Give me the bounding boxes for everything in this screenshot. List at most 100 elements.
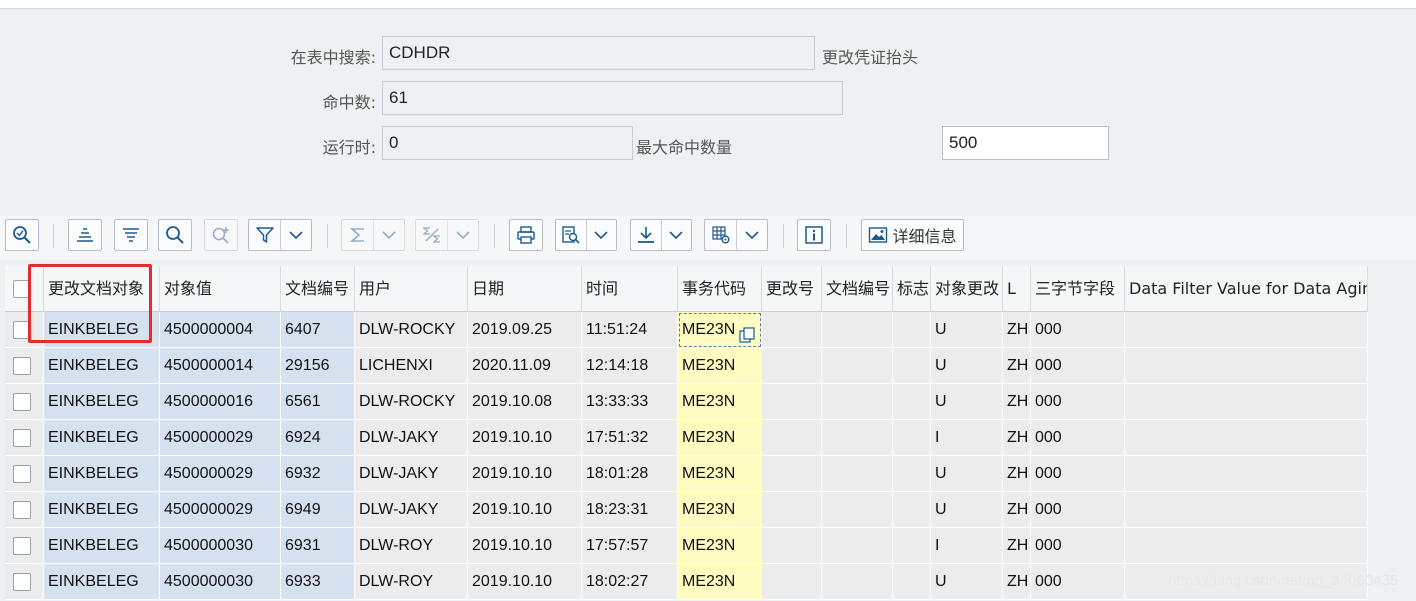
cell-flag[interactable]	[893, 384, 931, 420]
cell-change-number[interactable]	[762, 420, 822, 456]
column-header-data-filter-value[interactable]: Data Filter Value for Data Aging	[1125, 266, 1368, 312]
cell-change-number[interactable]	[762, 564, 822, 600]
cell-time[interactable]: 17:57:57	[582, 528, 678, 564]
column-header-language[interactable]: L	[1003, 266, 1031, 312]
cell-three-byte-field[interactable]: 000	[1031, 384, 1125, 420]
cell-flag[interactable]	[893, 492, 931, 528]
cell-object-change[interactable]: U	[931, 456, 1003, 492]
cell-tcode[interactable]: ME23N	[678, 564, 762, 600]
cell-user[interactable]: LICHENXI	[355, 348, 468, 384]
cell-user[interactable]: DLW-ROY	[355, 564, 468, 600]
cell-object-value[interactable]: 4500000016	[160, 384, 281, 420]
cell-doc-number[interactable]: 29156	[281, 348, 355, 384]
sort-ascending-button[interactable]	[68, 219, 102, 251]
column-header-doc-number-2[interactable]: 文档编号	[822, 266, 893, 312]
cell-language[interactable]: ZH	[1003, 420, 1031, 456]
sum-button[interactable]	[341, 219, 405, 251]
cell-time[interactable]: 18:01:28	[582, 456, 678, 492]
row-selector[interactable]	[5, 564, 44, 600]
cell-language[interactable]: ZH	[1003, 456, 1031, 492]
row-selector[interactable]	[5, 528, 44, 564]
cell-change-number[interactable]	[762, 384, 822, 420]
cell-date[interactable]: 2019.10.10	[468, 528, 582, 564]
cell-change-number[interactable]	[762, 456, 822, 492]
cell-date[interactable]: 2019.09.25	[468, 312, 582, 348]
cell-data-filter-value[interactable]	[1125, 312, 1368, 348]
column-header-object-change[interactable]: 对象更改	[931, 266, 1003, 312]
cell-change-doc-object[interactable]: EINKBELEG	[44, 456, 160, 492]
cell-doc-number[interactable]: 6924	[281, 420, 355, 456]
cell-change-doc-object[interactable]: EINKBELEG	[44, 420, 160, 456]
print-button[interactable]	[509, 219, 543, 251]
cell-flag[interactable]	[893, 456, 931, 492]
cell-date[interactable]: 2019.10.10	[468, 564, 582, 600]
cell-language[interactable]: ZH	[1003, 384, 1031, 420]
column-header-date[interactable]: 日期	[468, 266, 582, 312]
cell-data-filter-value[interactable]	[1125, 348, 1368, 384]
find-button[interactable]	[158, 219, 192, 251]
cell-language[interactable]: ZH	[1003, 492, 1031, 528]
cell-object-change[interactable]: U	[931, 312, 1003, 348]
cell-doc-number[interactable]: 6933	[281, 564, 355, 600]
row-selector[interactable]	[5, 492, 44, 528]
cell-data-filter-value[interactable]	[1125, 456, 1368, 492]
row-selector[interactable]	[5, 420, 44, 456]
max-hits-input[interactable]: 500	[942, 126, 1109, 160]
cell-doc-number[interactable]: 6561	[281, 384, 355, 420]
cell-user[interactable]: DLW-JAKY	[355, 420, 468, 456]
cell-user[interactable]: DLW-ROCKY	[355, 312, 468, 348]
cell-tcode[interactable]: ME23N	[678, 456, 762, 492]
cell-doc-number-2[interactable]	[822, 492, 893, 528]
cell-object-value[interactable]: 4500000029	[160, 456, 281, 492]
cell-doc-number[interactable]: 6407	[281, 312, 355, 348]
cell-object-value[interactable]: 4500000029	[160, 492, 281, 528]
cell-object-value[interactable]: 4500000014	[160, 348, 281, 384]
cell-data-filter-value[interactable]	[1125, 420, 1368, 456]
view-button[interactable]	[555, 219, 617, 251]
row-selector[interactable]	[5, 384, 44, 420]
cell-doc-number-2[interactable]	[822, 456, 893, 492]
cell-three-byte-field[interactable]: 000	[1031, 456, 1125, 492]
cell-date[interactable]: 2019.10.10	[468, 420, 582, 456]
row-checkbox[interactable]	[13, 573, 31, 591]
sort-descending-button[interactable]	[114, 219, 148, 251]
detail-info-button[interactable]: 详细信息	[861, 219, 964, 251]
cell-change-doc-object[interactable]: EINKBELEG	[44, 528, 160, 564]
cell-doc-number[interactable]: 6931	[281, 528, 355, 564]
cell-time[interactable]: 11:51:24	[582, 312, 678, 348]
column-header-user[interactable]: 用户	[355, 266, 468, 312]
cell-flag[interactable]	[893, 420, 931, 456]
row-checkbox[interactable]	[13, 537, 31, 555]
cell-user[interactable]: DLW-JAKY	[355, 492, 468, 528]
row-checkbox[interactable]	[13, 429, 31, 447]
cell-object-change[interactable]: U	[931, 348, 1003, 384]
cell-language[interactable]: ZH	[1003, 564, 1031, 600]
cell-three-byte-field[interactable]: 000	[1031, 528, 1125, 564]
cell-doc-number[interactable]: 6932	[281, 456, 355, 492]
cell-tcode[interactable]: ME23N	[678, 492, 762, 528]
subtotal-button[interactable]	[415, 219, 479, 251]
cell-time[interactable]: 17:51:32	[582, 420, 678, 456]
column-header-change-number[interactable]: 更改号	[762, 266, 822, 312]
cell-object-value[interactable]: 4500000004	[160, 312, 281, 348]
cell-doc-number-2[interactable]	[822, 528, 893, 564]
export-button[interactable]	[630, 219, 692, 251]
row-selector[interactable]	[5, 348, 44, 384]
cell-change-doc-object[interactable]: EINKBELEG	[44, 492, 160, 528]
layout-button[interactable]	[704, 219, 768, 251]
column-header-object-value[interactable]: 对象值	[160, 266, 281, 312]
column-header-flag[interactable]: 标志	[893, 266, 931, 312]
cell-time[interactable]: 18:02:27	[582, 564, 678, 600]
column-header-three-byte-field[interactable]: 三字节字段	[1031, 266, 1125, 312]
cell-user[interactable]: DLW-ROCKY	[355, 384, 468, 420]
cell-object-value[interactable]: 4500000029	[160, 420, 281, 456]
filter-button[interactable]	[248, 219, 312, 251]
info-button[interactable]	[797, 219, 831, 251]
cell-object-change[interactable]: I	[931, 528, 1003, 564]
cell-tcode[interactable]: ME23N	[678, 312, 762, 348]
cell-three-byte-field[interactable]: 000	[1031, 312, 1125, 348]
cell-change-number[interactable]	[762, 312, 822, 348]
cell-object-change[interactable]: U	[931, 564, 1003, 600]
cell-tcode[interactable]: ME23N	[678, 384, 762, 420]
column-header-time[interactable]: 时间	[582, 266, 678, 312]
